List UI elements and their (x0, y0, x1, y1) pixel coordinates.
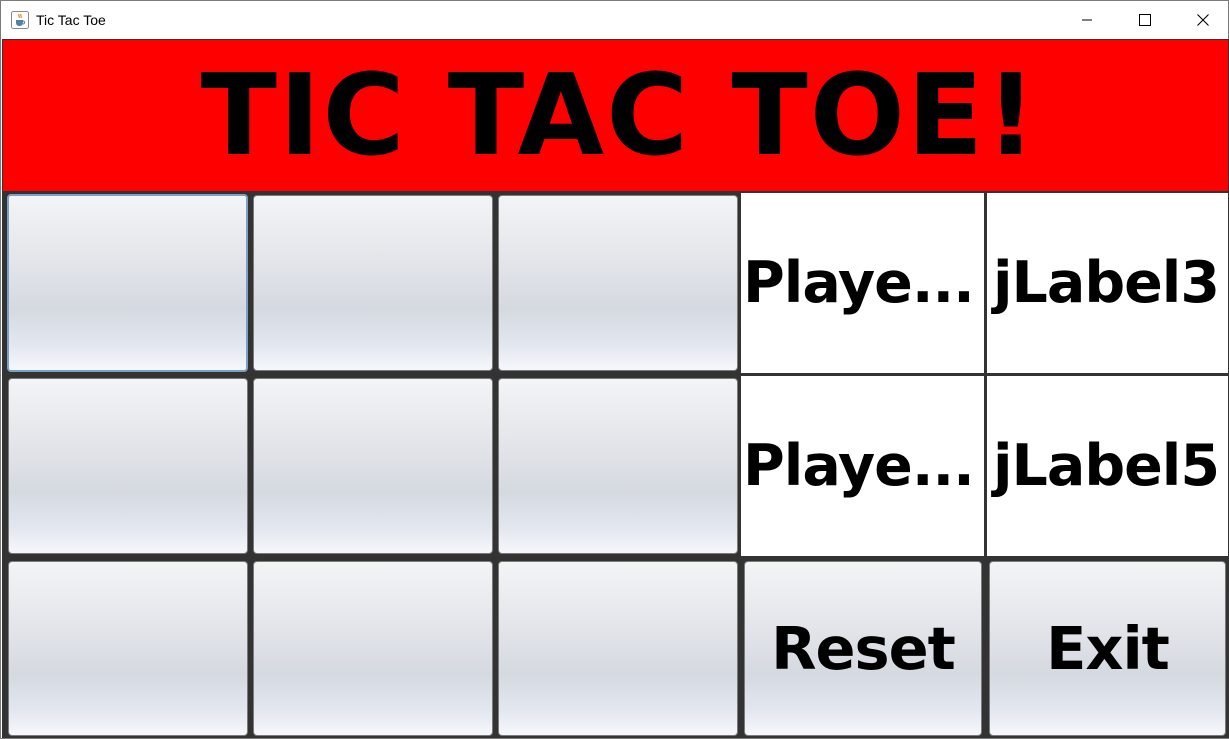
board-cell-8[interactable] (253, 561, 493, 736)
app-window: Tic Tac Toe TIC TAC TOE! Playe... jLabel… (0, 0, 1229, 739)
maximize-icon (1139, 14, 1151, 26)
page-title: TIC TAC TOE! (200, 50, 1039, 181)
reset-button-label: Reset (771, 614, 956, 683)
exit-button[interactable]: Exit (989, 561, 1226, 736)
player1-label: Playe... (743, 250, 975, 316)
board-cell-1[interactable] (7, 194, 248, 372)
java-cup-icon (11, 11, 29, 29)
board-cell-3[interactable] (498, 195, 738, 371)
header-banner: TIC TAC TOE! (3, 40, 1228, 191)
maximize-button[interactable] (1116, 1, 1174, 39)
content-panel: TIC TAC TOE! Playe... jLabel3 Playe... j… (2, 39, 1229, 738)
player2-label-cell: Playe... (741, 376, 984, 556)
board-cell-5[interactable] (253, 378, 493, 554)
board-cell-2[interactable] (253, 195, 493, 371)
board-cell-4[interactable] (8, 378, 248, 554)
player2-value: jLabel5 (993, 433, 1220, 499)
reset-button[interactable]: Reset (744, 561, 982, 736)
close-button[interactable] (1174, 1, 1229, 39)
player2-value-cell: jLabel5 (987, 376, 1228, 556)
title-bar[interactable]: Tic Tac Toe (1, 1, 1228, 39)
player2-label: Playe... (743, 433, 975, 499)
exit-button-label: Exit (1046, 614, 1170, 683)
minimize-icon (1082, 19, 1092, 21)
player1-value-cell: jLabel3 (987, 193, 1228, 373)
board-cell-9[interactable] (498, 561, 738, 736)
board-cell-6[interactable] (498, 378, 738, 554)
player1-label-cell: Playe... (741, 193, 984, 373)
player1-value: jLabel3 (993, 250, 1220, 316)
minimize-button[interactable] (1058, 1, 1116, 39)
window-title: Tic Tac Toe (36, 12, 106, 28)
board-cell-7[interactable] (8, 561, 248, 736)
close-icon (1197, 14, 1209, 26)
